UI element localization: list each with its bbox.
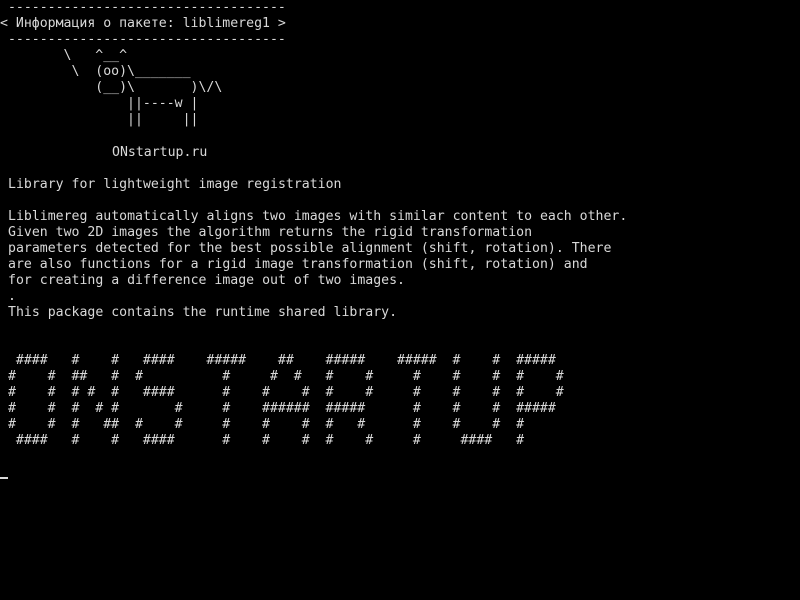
cow-art-line: \ ^__^: [0, 48, 128, 63]
site-name: ONstartup.ru: [112, 145, 208, 160]
banner-line: # # ## # # # # # # # # # # # #: [0, 369, 564, 384]
terminal-screen: ----------------------------------- < Ин…: [0, 0, 800, 600]
cow-art-line: \ (oo)\_______: [0, 64, 191, 79]
banner-line: #### # # #### ##### ## ##### ##### # # #…: [0, 353, 556, 368]
banner-line: # # # # # # # ###### ##### # # # #####: [0, 401, 556, 416]
description-line: Liblimereg automatically aligns two imag…: [8, 209, 628, 224]
description-line: This package contains the runtime shared…: [8, 305, 398, 320]
description-line: for creating a difference image out of t…: [8, 273, 405, 288]
package-info-title: < Информация о пакете: liblimereg1 >: [0, 16, 286, 31]
bubble-bottom-border: -----------------------------------: [0, 32, 286, 47]
description-line: Given two 2D images the algorithm return…: [8, 225, 533, 240]
banner-line: # # # ## # # # # # # # # # # #: [0, 417, 525, 432]
bubble-top-border: -----------------------------------: [0, 0, 286, 15]
description-line: .: [8, 289, 16, 304]
description-line: are also functions for a rigid image tra…: [8, 257, 588, 272]
text-cursor: [0, 477, 8, 479]
cow-art-line: || ||: [0, 112, 199, 127]
package-summary: Library for lightweight image registrati…: [8, 177, 342, 192]
description-line: parameters detected for the best possibl…: [8, 241, 612, 256]
banner-line: # # # # # #### # # # # # # # # # #: [0, 385, 564, 400]
cow-art-line: ||----w |: [0, 96, 199, 111]
cow-art-line: (__)\ )\/\: [0, 80, 223, 95]
banner-line: #### # # #### # # # # # # #### #: [0, 433, 525, 448]
